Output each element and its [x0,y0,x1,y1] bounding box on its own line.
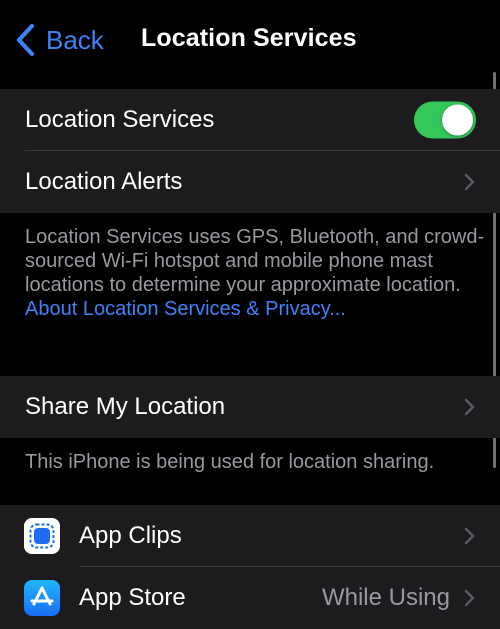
back-button[interactable]: Back [14,22,104,58]
location-services-description: Location Services uses GPS, Bluetooth, a… [25,225,485,321]
chevron-right-icon [464,527,475,545]
chevron-right-icon [464,589,475,607]
chevron-right-icon [464,173,475,191]
about-location-privacy-link[interactable]: About Location Services & Privacy... [25,298,346,320]
back-label: Back [46,24,104,55]
app-name: App Clips [79,522,182,549]
app-row-app-store[interactable]: App Store While Using [0,567,500,629]
share-my-location-row[interactable]: Share My Location [0,376,500,438]
description-text: Location Services uses GPS, Bluetooth, a… [25,226,485,296]
toggle-knob [442,104,473,136]
location-services-label: Location Services [25,106,215,133]
location-services-toggle[interactable] [414,101,476,139]
location-alerts-row[interactable]: Location Alerts [0,151,500,213]
app-permission-value: While Using [321,584,450,611]
chevron-right-icon [464,398,475,416]
apps-group: App Clips App Store While Using [0,505,500,629]
location-services-row: Location Services [0,89,500,151]
location-alerts-label: Location Alerts [25,168,183,195]
app-store-icon [24,580,60,616]
share-location-group: Share My Location [0,376,500,438]
app-name: App Store [79,584,186,611]
app-clips-icon [24,518,60,554]
location-services-group: Location Services Location Alerts [0,89,500,213]
share-my-location-label: Share My Location [25,393,226,420]
app-row-app-clips[interactable]: App Clips [0,505,500,567]
share-location-footer: This iPhone is being used for location s… [25,451,435,473]
chevron-left-icon [16,23,35,57]
page-title: Location Services [141,24,357,52]
navigation-bar: Back Location Services [0,0,500,80]
